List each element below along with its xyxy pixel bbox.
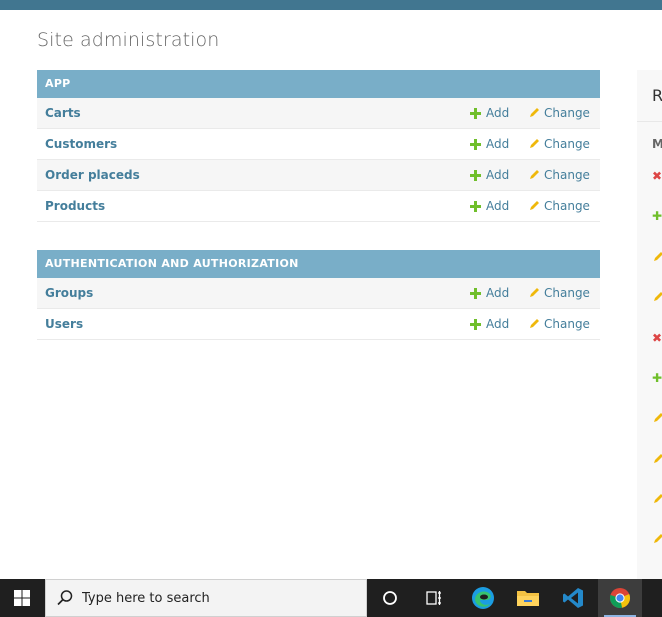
- my-actions-heading: M: [652, 137, 662, 151]
- search-input[interactable]: [82, 590, 342, 606]
- add-label: Add: [486, 106, 510, 120]
- recent-actions-title: R: [652, 86, 662, 105]
- change-icon: [652, 291, 662, 305]
- cortana-icon[interactable]: [368, 579, 412, 617]
- model-link-groups[interactable]: Groups: [45, 286, 93, 300]
- recent-actions-panel: R M ✖ ✚ ✖ ✚: [637, 70, 662, 590]
- edge-icon[interactable]: [461, 579, 505, 617]
- add-icon: [470, 318, 481, 330]
- change-label: Change: [544, 317, 590, 331]
- change-label: Change: [544, 286, 590, 300]
- model-link-carts[interactable]: Carts: [45, 106, 81, 120]
- divider: [637, 121, 662, 122]
- add-icon: ✚: [652, 209, 662, 223]
- add-icon: ✚: [652, 371, 662, 385]
- start-button[interactable]: [0, 579, 44, 617]
- add-icon: [470, 287, 481, 299]
- add-label: Add: [486, 286, 510, 300]
- page-title: Site administration: [37, 29, 220, 51]
- model-link-customers[interactable]: Customers: [45, 137, 117, 151]
- taskbar: [0, 579, 662, 617]
- file-explorer-icon[interactable]: [506, 579, 550, 617]
- table-row: Order placeds Add Change: [37, 160, 600, 191]
- table-row: Carts Add Change: [37, 98, 600, 129]
- taskbar-search[interactable]: [45, 579, 367, 617]
- table-row: Customers Add Change: [37, 129, 600, 160]
- pencil-icon: [530, 170, 539, 179]
- admin-header-bar: [0, 0, 662, 10]
- add-icon: [470, 138, 481, 150]
- change-icon: [652, 453, 662, 467]
- change-button[interactable]: Change: [528, 137, 590, 151]
- change-button[interactable]: Change: [528, 106, 590, 120]
- vscode-icon[interactable]: [551, 579, 595, 617]
- add-icon: [470, 107, 481, 119]
- module-header[interactable]: AUTHENTICATION AND AUTHORIZATION: [37, 250, 600, 278]
- chrome-icon[interactable]: [598, 579, 642, 617]
- model-link-order-placeds[interactable]: Order placeds: [45, 168, 140, 182]
- search-icon: [57, 590, 73, 606]
- task-view-icon[interactable]: [412, 579, 456, 617]
- add-label: Add: [486, 199, 510, 213]
- change-label: Change: [544, 168, 590, 182]
- change-icon: [652, 533, 662, 547]
- change-button[interactable]: Change: [528, 286, 590, 300]
- change-label: Change: [544, 199, 590, 213]
- add-icon: [470, 200, 481, 212]
- add-label: Add: [486, 317, 510, 331]
- add-button[interactable]: Add: [470, 286, 509, 300]
- add-button[interactable]: Add: [470, 199, 509, 213]
- module-app: APP Carts Add Change Customers Add Chang…: [37, 70, 600, 222]
- pencil-icon: [530, 319, 539, 328]
- change-button[interactable]: Change: [528, 317, 590, 331]
- windows-icon: [14, 590, 30, 606]
- change-label: Change: [544, 106, 590, 120]
- change-button[interactable]: Change: [528, 168, 590, 182]
- change-icon: [652, 493, 662, 507]
- module-header[interactable]: APP: [37, 70, 600, 98]
- change-icon: [652, 251, 662, 265]
- table-row: Products Add Change: [37, 191, 600, 222]
- module-auth: AUTHENTICATION AND AUTHORIZATION Groups …: [37, 250, 600, 340]
- add-button[interactable]: Add: [470, 317, 509, 331]
- change-icon: [652, 412, 662, 426]
- model-link-users[interactable]: Users: [45, 317, 83, 331]
- add-label: Add: [486, 137, 510, 151]
- table-row: Groups Add Change: [37, 278, 600, 309]
- pencil-icon: [530, 201, 539, 210]
- pencil-icon: [530, 288, 539, 297]
- delete-icon: ✖: [652, 331, 662, 345]
- pencil-icon: [530, 139, 539, 148]
- model-link-products[interactable]: Products: [45, 199, 105, 213]
- change-label: Change: [544, 137, 590, 151]
- add-button[interactable]: Add: [470, 137, 509, 151]
- change-button[interactable]: Change: [528, 199, 590, 213]
- add-label: Add: [486, 168, 510, 182]
- pencil-icon: [530, 108, 539, 117]
- add-icon: [470, 169, 481, 181]
- add-button[interactable]: Add: [470, 168, 509, 182]
- table-row: Users Add Change: [37, 309, 600, 340]
- delete-icon: ✖: [652, 169, 662, 183]
- add-button[interactable]: Add: [470, 106, 509, 120]
